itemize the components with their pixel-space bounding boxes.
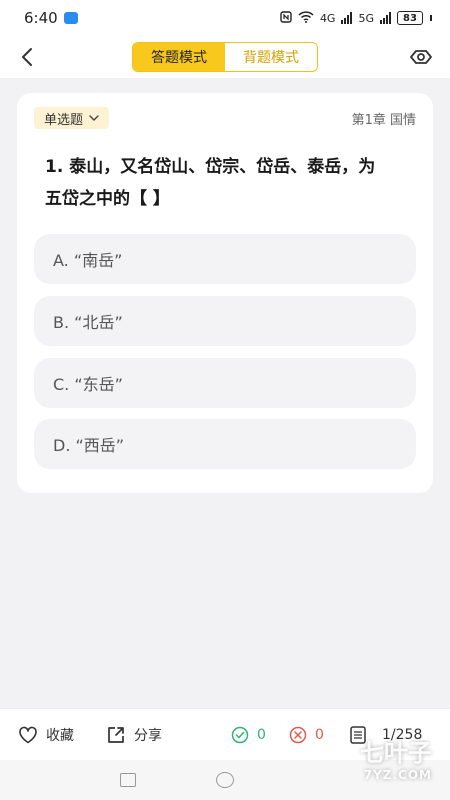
watermark-title: 七叶子 — [360, 738, 432, 767]
option-d[interactable]: D. “西岳” — [34, 419, 416, 469]
option-label: A. “南岳” — [53, 251, 123, 270]
watermark-logo: 七叶子 7YZ.COM — [312, 724, 432, 790]
battery-level: 83 — [403, 12, 417, 24]
share-icon — [108, 727, 124, 743]
watermark-sub: 7YZ.COM — [363, 767, 432, 782]
eye-icon — [410, 50, 432, 64]
network-4g-label: 4G — [319, 11, 336, 25]
chevron-down-icon — [89, 115, 99, 121]
heart-icon — [19, 726, 37, 744]
eye-button[interactable] — [408, 44, 434, 70]
nfc-icon — [280, 10, 292, 26]
share-label: 分享 — [134, 728, 162, 744]
x-circle-icon — [289, 726, 307, 744]
check-circle-icon — [231, 726, 249, 744]
option-label: C. “东岳” — [53, 375, 123, 394]
home-button[interactable] — [216, 772, 234, 788]
question-type-dropdown[interactable]: 单选题 — [34, 107, 110, 129]
option-label: B. “北岳” — [53, 313, 123, 332]
option-label: D. “西岳” — [53, 436, 125, 455]
correct-number: 0 — [257, 727, 266, 743]
back-button[interactable] — [12, 42, 42, 72]
network-5g-label: 5G — [358, 11, 374, 25]
option-b[interactable]: B. “北岳” — [34, 296, 416, 346]
favorite-button[interactable]: 收藏 — [18, 709, 74, 761]
question-card: 单选题 第1章 国情 1. 泰山，又名岱山、岱宗、岱岳、泰岳，为五岱之中的【 】… — [17, 93, 433, 493]
question-type-label: 单选题 — [44, 112, 84, 128]
battery-icon: 83 — [397, 11, 423, 25]
tab-answer-mode[interactable]: 答题模式 — [133, 43, 225, 71]
chapter-label: 第1章 国情 — [351, 113, 416, 128]
chevron-left-icon — [22, 48, 32, 66]
recent-apps-button[interactable] — [120, 773, 136, 787]
tab-recite-mode[interactable]: 背题模式 — [225, 43, 317, 71]
status-time: 6:40 — [24, 9, 58, 27]
signal-icon — [341, 12, 353, 24]
share-button[interactable]: 分享 — [106, 709, 162, 761]
option-c[interactable]: C. “东岳” — [34, 358, 416, 408]
favorite-label: 收藏 — [46, 728, 74, 744]
option-a[interactable]: A. “南岳” — [34, 234, 416, 284]
mode-switch: 答题模式 背题模式 — [132, 42, 318, 72]
header: 答题模式 背题模式 — [0, 36, 450, 78]
signal-icon-2 — [380, 12, 391, 24]
message-icon — [63, 12, 78, 24]
question-text: 1. 泰山，又名岱山、岱宗、岱岳、泰岳，为五岱之中的【 】 — [45, 157, 376, 209]
correct-count: 0 — [231, 709, 266, 761]
wifi-icon — [298, 10, 314, 26]
status-bar: 6:40 4G 5G 83 — [0, 0, 450, 36]
